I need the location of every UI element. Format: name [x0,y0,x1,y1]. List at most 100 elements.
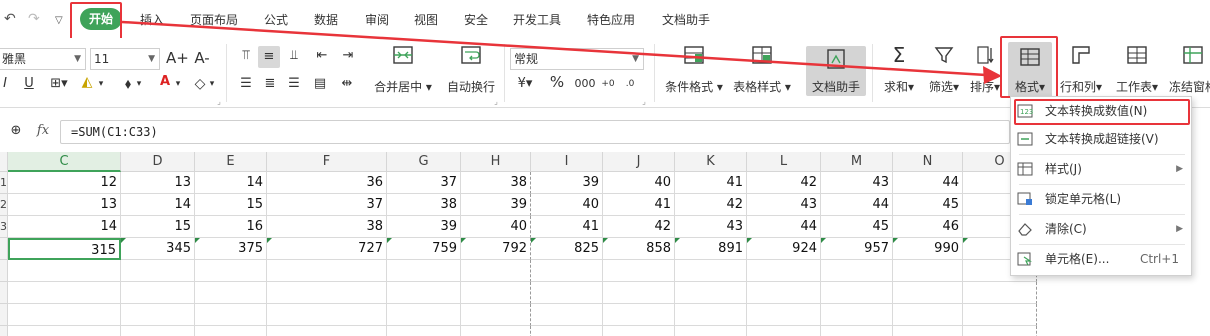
justify-icon[interactable]: ▤ [310,76,330,92]
clear-format-icon[interactable]: ◇ [192,76,208,92]
tab-review[interactable]: 审阅 [365,11,389,29]
grid-cell[interactable]: 15 [121,216,195,238]
grid-cell[interactable] [8,282,121,304]
grid-cell[interactable] [531,326,603,336]
grid-cell[interactable] [267,326,387,336]
grid-cell[interactable]: 42 [747,172,821,194]
conditional-format-button[interactable]: 条件格式 ▾ [660,44,728,98]
zoom-icon[interactable]: ⊕ [8,123,24,139]
grid-cell[interactable] [675,282,747,304]
grid-cell[interactable] [531,304,603,326]
active-cell[interactable]: 315 [8,238,121,260]
grid-cell[interactable]: 990 [893,238,963,260]
menu-item-clear[interactable]: 清除(C) ▶ [1011,217,1191,241]
tab-special-apps[interactable]: 特色应用 [587,11,635,29]
merge-center-button[interactable]: 合并居中 ▾ [368,44,438,98]
font-size-select[interactable]: 11 ▼ [90,48,160,70]
row-header[interactable] [0,260,8,282]
font-dialog-launcher-icon[interactable]: ⌟ [215,94,223,110]
grid-cell[interactable] [963,282,1037,304]
grid-cell[interactable]: 46 [893,216,963,238]
grid-cell[interactable]: 38 [461,172,531,194]
column-header-M[interactable]: M [821,152,893,172]
column-header-G[interactable]: G [387,152,461,172]
column-header-F[interactable]: F [267,152,387,172]
tab-developer[interactable]: 开发工具 [513,11,561,29]
grid-cell[interactable]: 45 [821,216,893,238]
grid-cell[interactable]: 16 [195,216,267,238]
currency-icon[interactable]: ¥▾ [512,76,538,92]
grid-cell[interactable]: 13 [121,172,195,194]
grid-cell[interactable] [195,260,267,282]
decrease-decimal-icon[interactable]: .0 [622,76,638,92]
grid-cell[interactable] [603,304,675,326]
grid-cell[interactable]: 40 [461,216,531,238]
grid-cell[interactable] [267,304,387,326]
grid-cell[interactable] [893,326,963,336]
grid-cell[interactable] [531,260,603,282]
grid-cell[interactable]: 825 [531,238,603,260]
grid-cell[interactable]: 36 [267,172,387,194]
column-header-I[interactable]: I [531,152,603,172]
filter-button[interactable]: 筛选▾ [922,44,966,98]
clear-format-dropdown-icon[interactable]: ▾ [207,76,217,92]
decrease-indent-icon[interactable]: ⇤ [312,48,332,64]
grid-cell[interactable] [821,282,893,304]
grid-cell[interactable]: 37 [267,194,387,216]
grid-cell[interactable]: 15 [195,194,267,216]
decrease-font-icon[interactable]: A- [192,50,212,66]
grid-cell[interactable]: 42 [603,216,675,238]
percent-icon[interactable]: % [548,74,566,90]
tab-page-layout[interactable]: 页面布局 [190,11,238,29]
grid-cell[interactable]: 44 [893,172,963,194]
underline-icon[interactable]: U [22,76,36,92]
grid-cell[interactable] [893,304,963,326]
fill-color-icon[interactable]: ◭ [80,74,94,90]
grid-cell[interactable] [267,260,387,282]
grid-cell[interactable] [893,282,963,304]
grid-cell[interactable] [893,260,963,282]
grid-cell[interactable] [195,282,267,304]
sum-button[interactable]: Σ 求和▾ [878,44,920,98]
column-header-H[interactable]: H [461,152,531,172]
grid-cell[interactable]: 43 [747,194,821,216]
align-left-icon[interactable]: ☰ [236,76,256,92]
grid-cell[interactable] [121,260,195,282]
increase-font-icon[interactable]: A+ [166,50,189,66]
grid-cell[interactable] [747,260,821,282]
grid-cell[interactable] [387,260,461,282]
grid-cell[interactable] [603,326,675,336]
worksheet-button[interactable]: 工作表▾ [1110,44,1164,98]
grid-cell[interactable] [531,282,603,304]
grid-cell[interactable] [963,304,1037,326]
grid-cell[interactable]: 41 [531,216,603,238]
tab-doc-assistant[interactable]: 文档助手 [662,11,710,29]
grid-cell[interactable]: 858 [603,238,675,260]
doc-assistant-button[interactable]: 文档助手 [806,46,866,96]
column-header-N[interactable]: N [893,152,963,172]
tab-data[interactable]: 数据 [314,11,338,29]
grid-cell[interactable] [461,282,531,304]
grid-cell[interactable]: 924 [747,238,821,260]
grid-cell[interactable]: 43 [675,216,747,238]
grid-cell[interactable]: 12 [8,172,121,194]
grid-cell[interactable] [121,304,195,326]
grid-cell[interactable]: 13 [8,194,121,216]
grid-cell[interactable] [387,326,461,336]
distributed-align-icon[interactable]: ⇹ [336,76,358,92]
align-right-icon[interactable]: ☰ [284,76,304,92]
grid-cell[interactable]: 38 [387,194,461,216]
fx-icon[interactable]: fx [34,123,52,139]
number-format-select[interactable]: 常规 ▼ [510,48,644,70]
fill-color-dropdown-icon[interactable]: ▾ [96,76,106,92]
row-header[interactable] [0,282,8,304]
grid-cell[interactable] [747,304,821,326]
grid-cell[interactable]: 39 [387,216,461,238]
menu-item-lock-cell[interactable]: 锁定单元格(L) [1011,187,1191,211]
grid-cell[interactable]: 42 [675,194,747,216]
tab-security[interactable]: 安全 [464,11,488,29]
number-dialog-launcher-icon[interactable]: ⌟ [640,94,648,110]
grid-cell[interactable]: 40 [531,194,603,216]
grid-cell[interactable] [675,326,747,336]
grid-cell[interactable]: 41 [675,172,747,194]
